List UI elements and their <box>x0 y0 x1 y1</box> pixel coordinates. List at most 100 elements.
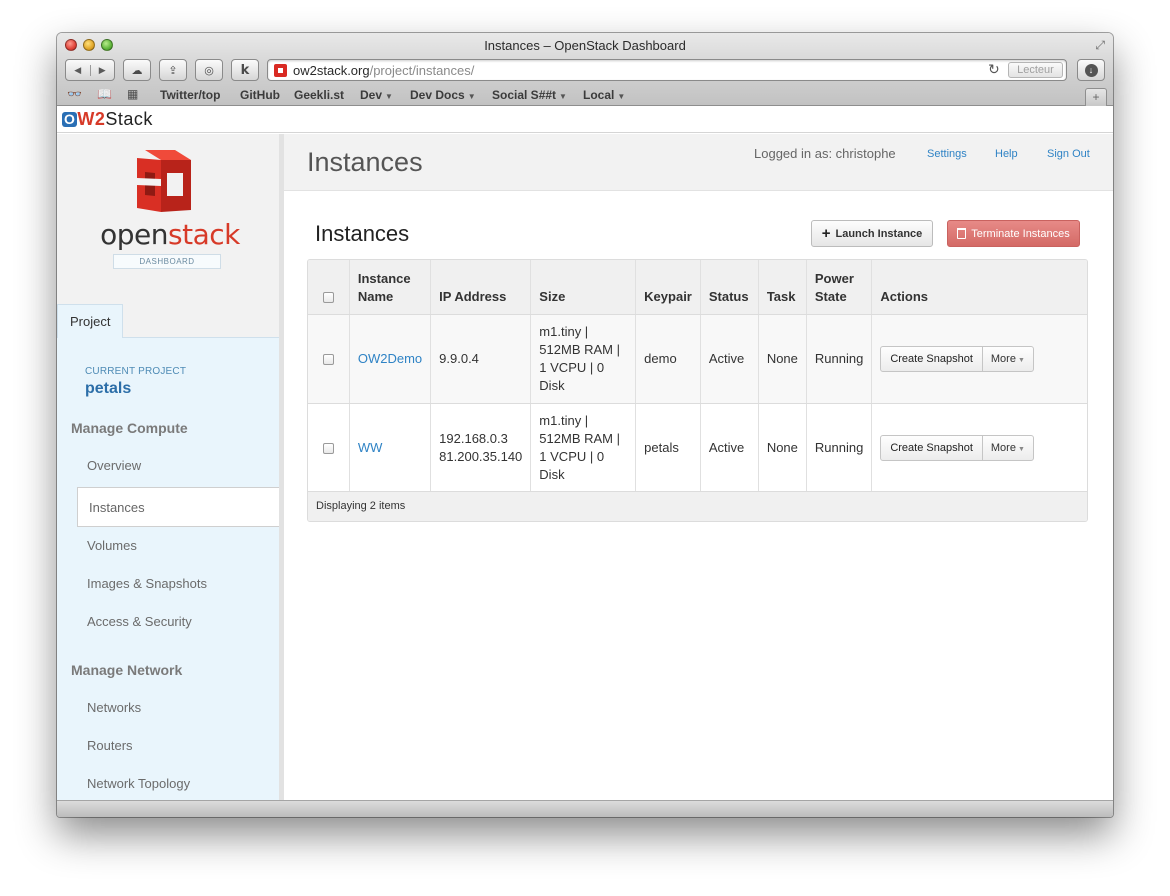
ip-address: 9.9.0.4 <box>439 350 479 366</box>
help-link[interactable]: Help <box>995 148 1018 160</box>
sidebar-item-access-security[interactable]: Access & Security <box>87 614 192 629</box>
more-actions-dropdown[interactable]: More ▼ <box>983 436 1033 460</box>
bookmark-item[interactable]: Twitter/top <box>160 88 220 102</box>
select-all-checkbox[interactable] <box>322 291 334 303</box>
row-checkbox[interactable] <box>322 442 334 454</box>
sidebar-item-networks[interactable]: Networks <box>87 700 141 715</box>
settings-link[interactable]: Settings <box>927 148 967 160</box>
more-actions-dropdown[interactable]: More ▼ <box>983 347 1033 371</box>
column-header[interactable]: Status <box>700 260 759 315</box>
status-cell: Active <box>700 314 759 404</box>
sidebar: openstack DASHBOARD Project CURRENT PROJ… <box>57 134 287 800</box>
sidebar-item-overview[interactable]: Overview <box>87 458 141 473</box>
section-manage-network: Manage Network <box>71 662 183 678</box>
task-cell: None <box>758 403 807 493</box>
sidebar-item-network-topology[interactable]: Network Topology <box>87 776 190 791</box>
size-line: 512MB RAM | <box>539 341 620 357</box>
size-line: 512MB RAM | <box>539 430 620 446</box>
chevron-down-icon: ▼ <box>1017 356 1025 364</box>
column-header[interactable]: Keypair <box>635 260 701 315</box>
sidebar-item-instances[interactable]: Instances <box>77 487 287 527</box>
plus-icon: + <box>821 224 831 242</box>
bookmark-item[interactable]: Geekli.st <box>294 88 344 102</box>
downloads-button[interactable]: ↓ <box>1077 59 1105 81</box>
column-header[interactable]: IP Address <box>430 260 532 315</box>
browser-window: Instances – OpenStack Dashboard ⤢ ◀ ▶ ☁ … <box>57 33 1113 817</box>
current-project-label: CURRENT PROJECT <box>85 366 187 377</box>
sidebar-item-routers[interactable]: Routers <box>87 738 133 753</box>
column-header: Actions <box>871 260 1087 315</box>
size-line: 1 VCPU | 0 <box>539 448 605 464</box>
download-icon: ↓ <box>1084 63 1098 77</box>
current-project-name[interactable]: petals <box>85 380 131 398</box>
column-header[interactable]: Power State <box>806 260 873 315</box>
page-header: Instances Logged in as: christophe Setti… <box>284 134 1113 191</box>
bookmark-item[interactable]: GitHub <box>240 88 280 102</box>
row-checkbox[interactable] <box>322 353 334 365</box>
icloud-tabs-button[interactable]: ☁ <box>123 59 151 81</box>
launch-instance-label: Launch Instance <box>835 227 923 240</box>
new-tab-button[interactable]: + <box>1085 88 1107 106</box>
forward-icon[interactable]: ▶ <box>89 64 115 76</box>
create-snapshot-button[interactable]: Create Snapshot <box>881 346 983 371</box>
bookmark-folder[interactable]: Social S##t ▼ <box>492 88 567 102</box>
openstack-wordmark: openstack <box>100 218 240 251</box>
chevron-down-icon: ▼ <box>617 92 626 101</box>
instance-name-link[interactable]: WW <box>358 440 383 455</box>
back-forward-buttons: ◀ ▶ <box>65 59 115 81</box>
top-sites-grid-icon[interactable]: ▦ <box>127 87 138 101</box>
status-cell: Active <box>700 403 759 493</box>
row-actions: Create Snapshot More ▼ <box>880 434 1034 461</box>
dashboard-badge: DASHBOARD <box>113 254 221 269</box>
url-text: ow2stack.org/project/instances/ <box>293 63 474 78</box>
k-extension-button[interactable]: k <box>231 59 259 81</box>
fullscreen-icon[interactable]: ⤢ <box>1095 38 1105 53</box>
address-bar[interactable]: ow2stack.org/project/instances/ ↻ Lecteu… <box>267 59 1067 81</box>
page-title: Instances <box>307 147 423 177</box>
column-header[interactable]: Size <box>530 260 637 315</box>
site-brand-bar: O W2 Stack <box>57 107 1113 133</box>
keypair-cell: demo <box>635 314 701 404</box>
section-manage-compute: Manage Compute <box>71 420 188 436</box>
column-header[interactable]: Task <box>758 260 807 315</box>
size-line: m1.tiny | <box>539 323 589 339</box>
chevron-down-icon: ▼ <box>559 92 567 101</box>
bookmarks-book-icon[interactable]: 📖 <box>97 87 112 101</box>
terminate-instances-button[interactable]: Terminate Instances <box>947 220 1080 247</box>
reader-button[interactable]: Lecteur <box>1008 62 1063 78</box>
tab-project[interactable]: Project <box>57 304 123 338</box>
project-nav-panel: CURRENT PROJECT petals Manage Compute Ov… <box>57 338 287 800</box>
sidebar-item-images-snapshots[interactable]: Images & Snapshots <box>87 576 207 591</box>
sign-out-link[interactable]: Sign Out <box>1047 148 1090 160</box>
keypair-cell: petals <box>635 403 701 493</box>
sidebar-item-volumes[interactable]: Volumes <box>87 538 137 553</box>
cloud-icon: ☁ <box>131 64 143 77</box>
chevron-down-icon: ▼ <box>385 92 393 101</box>
main-content: Instances Logged in as: christophe Setti… <box>284 134 1113 800</box>
share-button[interactable]: ⇪ <box>159 59 187 81</box>
reading-list-button[interactable]: ◎ <box>195 59 223 81</box>
size-line: 1 VCPU | 0 <box>539 359 605 375</box>
bookmark-folder[interactable]: Dev Docs ▼ <box>410 88 476 102</box>
ow2stack-logo[interactable]: O W2 Stack <box>62 109 153 129</box>
openstack-logo-icon <box>137 150 191 212</box>
table-row: WW 192.168.0.3 81.200.35.140 m1.tiny | 5… <box>308 403 1087 493</box>
size-line: m1.tiny | <box>539 412 589 428</box>
create-snapshot-button[interactable]: Create Snapshot <box>881 435 983 460</box>
browser-titlebar: Instances – OpenStack Dashboard ⤢ ◀ ▶ ☁ … <box>57 33 1113 106</box>
reading-list-icon[interactable]: 👓 <box>67 87 82 101</box>
window-title: Instances – OpenStack Dashboard <box>484 38 686 53</box>
column-header[interactable]: Instance Name <box>349 260 432 315</box>
instances-table: Instance Name IP Address Size Keypair St… <box>307 259 1088 522</box>
chevron-down-icon: ▼ <box>1017 445 1025 453</box>
table-header-row: Instance Name IP Address Size Keypair St… <box>308 260 1087 315</box>
ip-address: 81.200.35.140 <box>439 448 523 464</box>
bookmark-folder[interactable]: Local ▼ <box>583 88 625 102</box>
bookmark-folder[interactable]: Dev ▼ <box>360 88 393 102</box>
trash-icon <box>957 228 967 239</box>
back-icon[interactable]: ◀ <box>66 65 90 76</box>
size-line: Disk <box>539 466 565 482</box>
instance-name-link[interactable]: OW2Demo <box>358 351 422 366</box>
reload-icon[interactable]: ↻ <box>988 61 1000 78</box>
launch-instance-button[interactable]: + Launch Instance <box>811 220 933 247</box>
